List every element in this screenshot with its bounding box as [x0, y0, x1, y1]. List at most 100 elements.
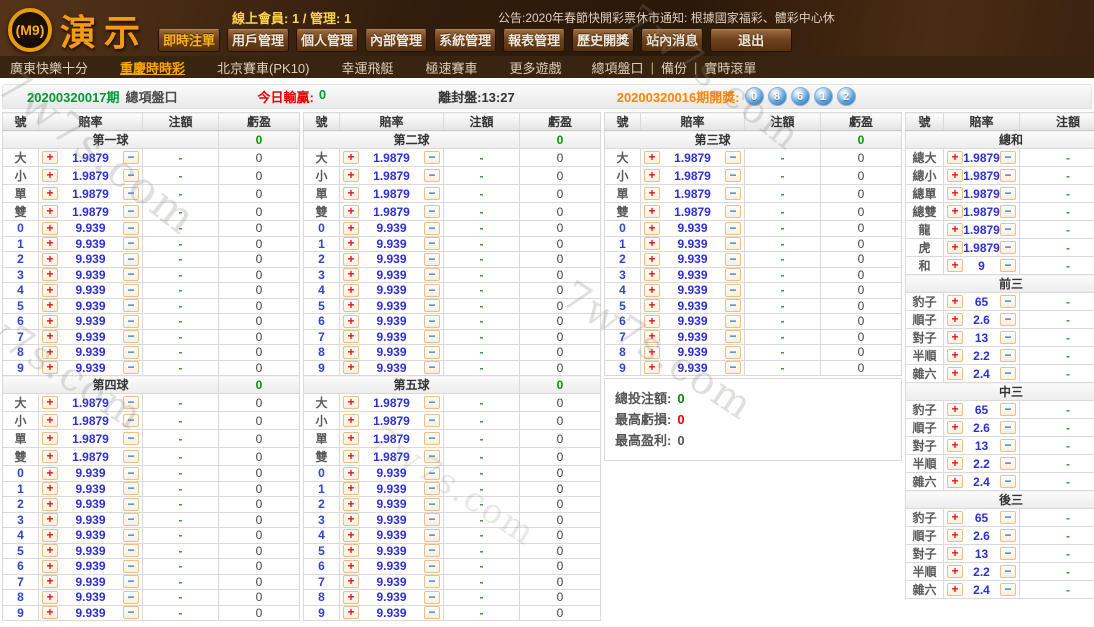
odds-decrease-button[interactable]: − — [123, 606, 139, 619]
odds-increase-button[interactable]: + — [42, 284, 58, 297]
odds-decrease-button[interactable]: − — [725, 205, 741, 218]
odds-increase-button[interactable]: + — [343, 222, 359, 235]
odds-increase-button[interactable]: + — [42, 299, 58, 312]
odds-increase-button[interactable]: + — [947, 367, 963, 380]
odds-increase-button[interactable]: + — [343, 560, 359, 573]
odds-increase-button[interactable]: + — [42, 237, 58, 250]
odds-decrease-button[interactable]: − — [1000, 313, 1016, 326]
odds-decrease-button[interactable]: − — [424, 169, 440, 182]
odds-increase-button[interactable]: + — [644, 205, 660, 218]
odds-increase-button[interactable]: + — [42, 467, 58, 480]
odds-decrease-button[interactable]: − — [424, 467, 440, 480]
game-guangdong-happy10[interactable]: 廣東快樂十分 — [10, 58, 88, 77]
odds-increase-button[interactable]: + — [343, 237, 359, 250]
odds-increase-button[interactable]: + — [42, 544, 58, 557]
odds-increase-button[interactable]: + — [42, 606, 58, 619]
odds-increase-button[interactable]: + — [343, 268, 359, 281]
odds-decrease-button[interactable]: − — [123, 330, 139, 343]
odds-decrease-button[interactable]: − — [1000, 403, 1016, 416]
odds-decrease-button[interactable]: − — [725, 284, 741, 297]
odds-decrease-button[interactable]: − — [1000, 547, 1016, 560]
odds-increase-button[interactable]: + — [947, 331, 963, 344]
odds-decrease-button[interactable]: − — [424, 151, 440, 164]
odds-decrease-button[interactable]: − — [424, 482, 440, 495]
odds-decrease-button[interactable]: − — [1000, 187, 1016, 200]
link-realtime-rolling[interactable]: 實時滾單 — [704, 58, 756, 77]
odds-decrease-button[interactable]: − — [1000, 151, 1016, 164]
odds-decrease-button[interactable]: − — [123, 205, 139, 218]
odds-decrease-button[interactable]: − — [123, 187, 139, 200]
odds-decrease-button[interactable]: − — [1000, 457, 1016, 470]
odds-increase-button[interactable]: + — [947, 205, 963, 218]
odds-increase-button[interactable]: + — [644, 237, 660, 250]
odds-increase-button[interactable]: + — [343, 606, 359, 619]
odds-increase-button[interactable]: + — [644, 253, 660, 266]
odds-increase-button[interactable]: + — [644, 315, 660, 328]
odds-decrease-button[interactable]: − — [123, 482, 139, 495]
odds-increase-button[interactable]: + — [644, 361, 660, 374]
odds-increase-button[interactable]: + — [343, 151, 359, 164]
odds-increase-button[interactable]: + — [42, 414, 58, 427]
odds-decrease-button[interactable]: − — [123, 432, 139, 445]
odds-increase-button[interactable]: + — [947, 295, 963, 308]
odds-increase-button[interactable]: + — [343, 315, 359, 328]
odds-increase-button[interactable]: + — [343, 450, 359, 463]
odds-increase-button[interactable]: + — [343, 330, 359, 343]
odds-increase-button[interactable]: + — [343, 529, 359, 542]
odds-increase-button[interactable]: + — [947, 457, 963, 470]
odds-decrease-button[interactable]: − — [1000, 295, 1016, 308]
odds-decrease-button[interactable]: − — [1000, 331, 1016, 344]
odds-increase-button[interactable]: + — [947, 529, 963, 542]
odds-increase-button[interactable]: + — [644, 151, 660, 164]
odds-decrease-button[interactable]: − — [424, 529, 440, 542]
odds-decrease-button[interactable]: − — [424, 544, 440, 557]
odds-decrease-button[interactable]: − — [424, 560, 440, 573]
odds-increase-button[interactable]: + — [343, 346, 359, 359]
odds-decrease-button[interactable]: − — [725, 268, 741, 281]
odds-increase-button[interactable]: + — [947, 403, 963, 416]
odds-increase-button[interactable]: + — [644, 268, 660, 281]
nav-report-management[interactable]: 報表管理 — [503, 29, 565, 52]
game-beijing-pk10[interactable]: 北京賽車(PK10) — [217, 58, 309, 77]
odds-increase-button[interactable]: + — [947, 151, 963, 164]
nav-user-management[interactable]: 用戶管理 — [227, 29, 289, 52]
odds-decrease-button[interactable]: − — [1000, 529, 1016, 542]
odds-increase-button[interactable]: + — [947, 583, 963, 596]
odds-increase-button[interactable]: + — [42, 575, 58, 588]
odds-decrease-button[interactable]: − — [123, 529, 139, 542]
odds-decrease-button[interactable]: − — [123, 222, 139, 235]
odds-decrease-button[interactable]: − — [123, 361, 139, 374]
odds-increase-button[interactable]: + — [343, 205, 359, 218]
odds-decrease-button[interactable]: − — [123, 544, 139, 557]
odds-decrease-button[interactable]: − — [424, 450, 440, 463]
odds-increase-button[interactable]: + — [42, 432, 58, 445]
odds-decrease-button[interactable]: − — [1000, 511, 1016, 524]
odds-decrease-button[interactable]: − — [424, 222, 440, 235]
odds-decrease-button[interactable]: − — [725, 237, 741, 250]
odds-increase-button[interactable]: + — [947, 241, 963, 254]
game-more[interactable]: 更多遊戲 — [510, 58, 562, 77]
nav-internal-management[interactable]: 內部管理 — [365, 29, 427, 52]
odds-increase-button[interactable]: + — [947, 187, 963, 200]
odds-decrease-button[interactable]: − — [424, 498, 440, 511]
odds-decrease-button[interactable]: − — [725, 361, 741, 374]
odds-increase-button[interactable]: + — [343, 498, 359, 511]
odds-decrease-button[interactable]: − — [725, 330, 741, 343]
odds-increase-button[interactable]: + — [343, 284, 359, 297]
odds-decrease-button[interactable]: − — [1000, 421, 1016, 434]
odds-increase-button[interactable]: + — [343, 361, 359, 374]
odds-decrease-button[interactable]: − — [424, 575, 440, 588]
odds-decrease-button[interactable]: − — [123, 513, 139, 526]
odds-increase-button[interactable]: + — [947, 313, 963, 326]
odds-decrease-button[interactable]: − — [725, 299, 741, 312]
odds-increase-button[interactable]: + — [947, 259, 963, 272]
odds-decrease-button[interactable]: − — [123, 151, 139, 164]
odds-decrease-button[interactable]: − — [424, 299, 440, 312]
odds-decrease-button[interactable]: − — [123, 450, 139, 463]
odds-decrease-button[interactable]: − — [123, 591, 139, 604]
nav-history-draws[interactable]: 歷史開獎 — [572, 29, 634, 52]
odds-decrease-button[interactable]: − — [1000, 241, 1016, 254]
odds-decrease-button[interactable]: − — [123, 396, 139, 409]
odds-decrease-button[interactable]: − — [725, 222, 741, 235]
odds-decrease-button[interactable]: − — [424, 205, 440, 218]
